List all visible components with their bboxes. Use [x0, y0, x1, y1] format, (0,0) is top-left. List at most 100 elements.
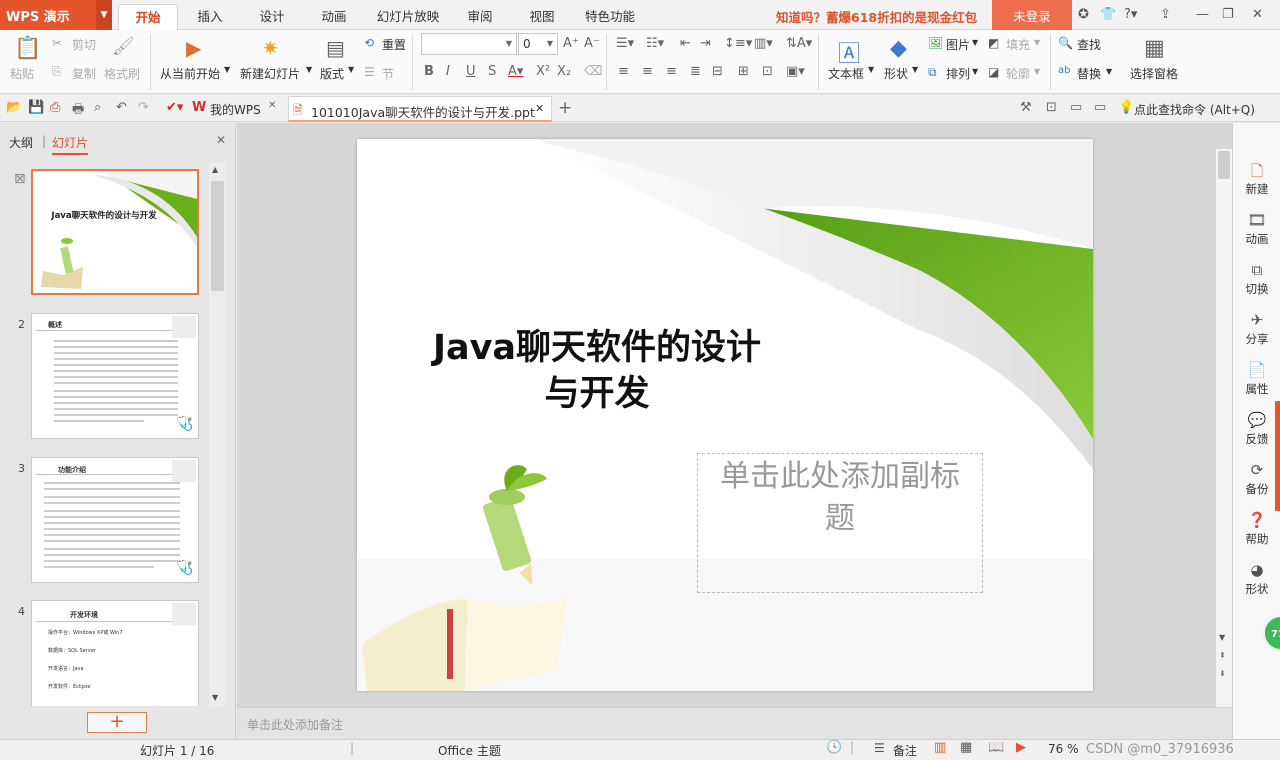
redo-icon[interactable]: ↷ [138, 100, 149, 115]
restore-icon[interactable]: ❐ [1222, 7, 1234, 22]
cut-button[interactable]: 剪切 [72, 36, 96, 53]
undo-icon[interactable]: ↶ [116, 100, 127, 115]
add-slide-button[interactable]: + [87, 712, 147, 733]
close-panel-icon[interactable]: ✕ [216, 133, 226, 147]
align-left-icon[interactable]: ≡ [618, 64, 629, 79]
skin-icon[interactable]: ✪ [1078, 7, 1089, 22]
copy-button[interactable]: 复制 [72, 65, 96, 82]
export-pdf-icon[interactable]: ⎙ [50, 100, 60, 115]
editor-scrollbar[interactable]: ▼ ⇞ ⇟ [1216, 149, 1232, 707]
slide-thumbnail-2[interactable]: 概述 🩺 [31, 313, 199, 439]
scrollbar-thumb[interactable] [211, 181, 224, 291]
underline-icon[interactable]: U [466, 64, 476, 79]
next-slide-icon[interactable]: ⇟ [1219, 669, 1226, 678]
close-icon[interactable]: ✕ [1252, 7, 1263, 22]
chevron-down-icon[interactable]: ▼ [1034, 38, 1040, 47]
my-wps-close-icon[interactable]: ✕ [268, 100, 276, 111]
tab-insert[interactable]: 插入 [186, 4, 234, 30]
chevron-down-icon[interactable]: ▼ [96, 0, 112, 30]
subtitle-placeholder[interactable]: 单击此处添加副标 题 [697, 453, 983, 593]
scroll-down-icon[interactable]: ▼ [1219, 633, 1225, 642]
command-search[interactable]: 点此查找命令 (Alt+Q) [1134, 101, 1255, 118]
outline-button[interactable]: 轮廓 [1006, 65, 1030, 82]
tab-outline[interactable]: 大纲 [9, 134, 33, 151]
share-window-icon[interactable]: ⇪ [1160, 7, 1171, 22]
slide-thumbnail-3[interactable]: 功能介绍 🩺 [31, 457, 199, 583]
my-wps-tab[interactable]: 我的WPS [210, 101, 261, 118]
superscript-icon[interactable]: X² [536, 64, 550, 79]
sidebar-animation-button[interactable]: 🎞 动画 [1233, 211, 1280, 247]
normal-view-icon[interactable]: ▥ [934, 740, 946, 755]
chevron-down-icon[interactable]: ▼ [972, 38, 978, 47]
picture-button[interactable]: 图片 [946, 36, 970, 53]
slide-thumbnail-1[interactable]: Java聊天软件的设计与开发 [31, 169, 199, 295]
vertical-align-icon[interactable]: ⊞ [738, 64, 749, 79]
tab-home[interactable]: 开始 [118, 4, 178, 30]
sidebar-share-button[interactable]: ✈ 分享 [1233, 311, 1280, 347]
sidebar-shape-button[interactable]: ◕ 形状 [1233, 561, 1280, 597]
paste-button[interactable]: 粘贴 [10, 65, 34, 82]
document-tab-close-icon[interactable]: ✕ [535, 102, 544, 115]
scroll-down-icon[interactable]: ▼ [212, 693, 218, 702]
increase-indent-icon[interactable]: ⇥ [700, 36, 711, 51]
chevron-down-icon[interactable]: ▼ [972, 67, 978, 76]
sidebar-transition-button[interactable]: ⧉ 切换 [1233, 261, 1280, 297]
distribute-icon[interactable]: ⊟ [712, 64, 723, 79]
chevron-down-icon[interactable]: ▼ [912, 65, 918, 74]
new-slide-button[interactable]: 新建幻灯片 [240, 65, 300, 82]
floating-badge[interactable]: 71 [1263, 615, 1280, 651]
fullscreen-icon[interactable]: ⊡ [1046, 100, 1057, 115]
slide-thumbnail-4[interactable]: 开发环境 操作平台：Windows XP或 Win7 数据库：SQL Serve… [31, 600, 199, 706]
chevron-down-icon[interactable]: ▼ [1106, 67, 1112, 76]
align-center-icon[interactable]: ≡ [642, 64, 653, 79]
open-folder-icon[interactable]: 📂 [6, 100, 22, 115]
font-shrink-icon[interactable]: A⁻ [584, 36, 600, 51]
notes-pane[interactable]: 单击此处添加备注 [237, 707, 1232, 739]
text-direction-icon[interactable]: ⇅A▾ [786, 36, 812, 51]
tool-icon[interactable]: ⚒ [1020, 100, 1032, 115]
chevron-down-icon[interactable]: ▼ [224, 65, 230, 74]
bold-icon[interactable]: B [424, 64, 434, 79]
print-icon[interactable]: 🖶 [72, 100, 84, 122]
chevron-down-icon[interactable]: ▼ [348, 65, 354, 74]
sidebar-properties-button[interactable]: 📄 属性 [1233, 361, 1280, 397]
chevron-down-icon[interactable]: ▼ [306, 65, 312, 74]
tab-animation[interactable]: 动画 [310, 4, 358, 30]
tab-design[interactable]: 设计 [248, 4, 296, 30]
align-right-icon[interactable]: ≡ [666, 64, 677, 79]
sidebar-new-button[interactable]: 🗋 新建 [1233, 161, 1280, 197]
tab-view[interactable]: 视图 [518, 4, 566, 30]
tab-slideshow[interactable]: 幻灯片放映 [372, 4, 444, 30]
minimize-doc-icon[interactable]: ▭ [1070, 100, 1082, 115]
promo-banner[interactable]: 知道吗？蓄爆618折扣的是现金红包 [776, 7, 977, 26]
history-icon[interactable]: 🕓 [826, 740, 842, 755]
scroll-up-icon[interactable]: ▲ [212, 165, 218, 174]
sidebar-feedback-button[interactable]: 💬 反馈 [1233, 411, 1280, 447]
layout-button[interactable]: 版式 [320, 65, 344, 82]
new-tab-icon[interactable]: + [558, 98, 572, 118]
login-button[interactable]: 未登录 [992, 0, 1072, 30]
wps-app-menu[interactable]: WPS 演示 ▼ [0, 0, 112, 30]
font-color-icon[interactable]: A▾ [508, 64, 523, 79]
smartart-icon[interactable]: ⊡ [762, 64, 773, 79]
convert-icon[interactable]: ▣▾ [786, 64, 805, 79]
chevron-down-icon[interactable]: ▼ [868, 65, 874, 74]
columns-icon[interactable]: ▥▾ [754, 36, 773, 51]
replace-button[interactable]: 替换 [1077, 65, 1101, 82]
scrollbar-thumb[interactable] [1218, 151, 1230, 179]
chevron-down-icon[interactable]: ▼ [1034, 67, 1040, 76]
reset-button[interactable]: 重置 [382, 36, 406, 53]
tab-features[interactable]: 特色功能 [580, 4, 640, 30]
notes-toggle-button[interactable]: 备注 [893, 742, 917, 759]
quick-access-dropdown-icon[interactable]: ✔▾ [166, 100, 183, 115]
prev-slide-icon[interactable]: ⇞ [1219, 651, 1226, 660]
section-button[interactable]: 节 [382, 65, 394, 82]
sidebar-help-button[interactable]: ❓ 帮助 [1233, 511, 1280, 547]
italic-icon[interactable]: I [446, 64, 450, 79]
shape-button[interactable]: 形状 [884, 65, 908, 82]
format-painter-button[interactable]: 格式刷 [104, 65, 140, 82]
selection-pane-button[interactable]: 选择窗格 [1130, 65, 1178, 82]
tab-slides[interactable]: 幻灯片 [52, 134, 89, 155]
font-name-combo[interactable]: ▼ [421, 33, 517, 55]
minimize-icon[interactable]: — [1196, 7, 1209, 22]
